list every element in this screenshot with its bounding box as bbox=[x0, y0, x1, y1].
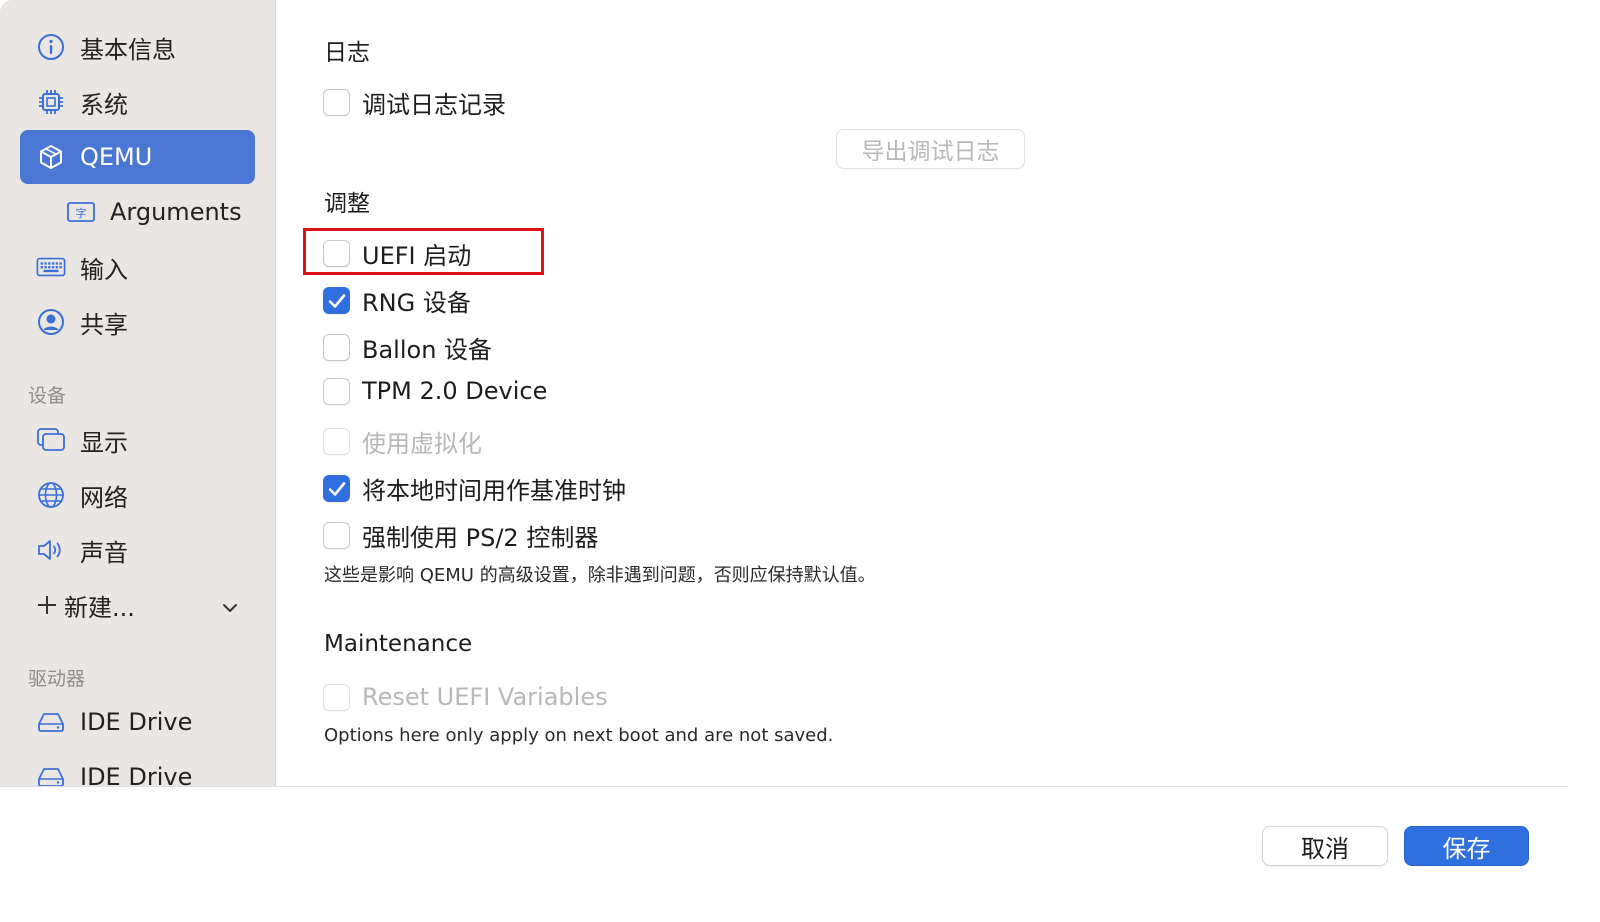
sidebar-item-label: 共享 bbox=[80, 310, 128, 339]
use-hypervisor-label: 使用虚拟化 bbox=[362, 430, 482, 458]
reset-uefi-checkbox-row: Reset UEFI Variables bbox=[323, 683, 608, 711]
sidebar-item-label: QEMU bbox=[80, 143, 153, 171]
export-debug-log-button[interactable]: 导出调试日志 bbox=[836, 129, 1025, 169]
cancel-button[interactable]: 取消 bbox=[1262, 826, 1388, 866]
sidebar-item-label: 基本信息 bbox=[80, 35, 176, 64]
speaker-icon bbox=[36, 535, 66, 565]
sidebar-item-label: 输入 bbox=[80, 255, 128, 284]
sidebar-item-label: IDE Drive bbox=[80, 708, 193, 736]
rng-device-checkbox-row[interactable]: RNG 设备 bbox=[323, 283, 471, 318]
sidebar: 基本信息 系统 QEMU 字 Arguments 输入 共享 设备 显示 网络 … bbox=[0, 0, 276, 786]
sidebar-item-network[interactable]: 网络 bbox=[20, 468, 255, 522]
use-hypervisor-checkbox-row: 使用虚拟化 bbox=[323, 424, 482, 459]
checkmark-icon bbox=[328, 293, 345, 308]
text-field-icon: 字 bbox=[66, 197, 96, 227]
balloon-device-checkbox-row[interactable]: Ballon 设备 bbox=[323, 330, 492, 365]
log-heading: 日志 bbox=[324, 40, 370, 66]
maintenance-note: Options here only apply on next boot and… bbox=[324, 725, 834, 746]
debug-log-checkbox[interactable] bbox=[323, 89, 350, 116]
uefi-highlight-box bbox=[303, 228, 544, 275]
sidebar-item-ide-drive-1[interactable]: IDE Drive bbox=[20, 695, 255, 749]
sidebar-item-sharing[interactable]: 共享 bbox=[20, 295, 255, 349]
new-device-label: 新建... bbox=[64, 593, 135, 622]
drive-icon bbox=[36, 762, 66, 786]
tpm-device-label: TPM 2.0 Device bbox=[362, 377, 548, 405]
sidebar-item-input[interactable]: 输入 bbox=[20, 240, 255, 294]
info-icon bbox=[36, 32, 66, 62]
sidebar-item-label: 显示 bbox=[80, 428, 128, 457]
ps2-controller-label: 强制使用 PS/2 控制器 bbox=[362, 524, 599, 552]
tpm-device-checkbox[interactable] bbox=[323, 377, 350, 405]
rng-device-label: RNG 设备 bbox=[362, 289, 471, 317]
display-icon bbox=[36, 425, 66, 455]
chevron-down-icon[interactable] bbox=[221, 595, 239, 613]
maintenance-heading: Maintenance bbox=[324, 631, 473, 657]
tweaks-note: 这些是影响 QEMU 的高级设置，除非遇到问题，否则应保持默认值。 bbox=[324, 565, 876, 586]
devices-section-header: 设备 bbox=[28, 385, 67, 407]
keyboard-icon bbox=[36, 252, 66, 282]
qemu-settings-panel: 日志 调试日志记录 导出调试日志 调整 UEFI 启动 RNG 设备 Ballo… bbox=[277, 0, 1568, 786]
sidebar-item-ide-drive-2[interactable]: IDE Drive bbox=[20, 750, 255, 786]
rng-device-checkbox[interactable] bbox=[323, 287, 350, 314]
reset-uefi-label: Reset UEFI Variables bbox=[362, 683, 608, 711]
local-time-clock-checkbox-row[interactable]: 将本地时间用作基准时钟 bbox=[323, 471, 626, 506]
dialog-footer: 取消 保存 bbox=[0, 786, 1568, 904]
balloon-device-label: Ballon 设备 bbox=[362, 336, 493, 364]
debug-log-label: 调试日志记录 bbox=[362, 91, 506, 119]
tpm-device-checkbox-row[interactable]: TPM 2.0 Device bbox=[323, 377, 547, 405]
save-button[interactable]: 保存 bbox=[1404, 826, 1529, 866]
debug-log-checkbox-row[interactable]: 调试日志记录 bbox=[323, 85, 506, 120]
sidebar-item-display[interactable]: 显示 bbox=[20, 413, 255, 467]
local-time-clock-label: 将本地时间用作基准时钟 bbox=[362, 477, 626, 505]
sidebar-item-label: 系统 bbox=[80, 90, 128, 119]
sidebar-item-sound[interactable]: 声音 bbox=[20, 523, 255, 577]
sidebar-item-system[interactable]: 系统 bbox=[20, 75, 255, 129]
person-circle-icon bbox=[36, 307, 66, 337]
globe-icon bbox=[36, 480, 66, 510]
local-time-clock-checkbox[interactable] bbox=[323, 475, 350, 502]
balloon-device-checkbox[interactable] bbox=[323, 334, 350, 361]
settings-window: 基本信息 系统 QEMU 字 Arguments 输入 共享 设备 显示 网络 … bbox=[0, 0, 1568, 904]
drive-icon bbox=[36, 707, 66, 737]
cube-icon bbox=[36, 142, 66, 172]
sidebar-item-arguments[interactable]: 字 Arguments bbox=[20, 185, 255, 239]
reset-uefi-checkbox bbox=[323, 683, 350, 711]
new-device-menu[interactable]: 新建... bbox=[20, 578, 255, 632]
cpu-icon bbox=[36, 87, 66, 117]
sidebar-item-label: IDE Drive bbox=[80, 763, 193, 786]
sidebar-item-label: Arguments bbox=[110, 198, 242, 226]
drives-section-header: 驱动器 bbox=[28, 668, 86, 690]
ps2-controller-checkbox[interactable] bbox=[323, 522, 350, 549]
plus-icon bbox=[36, 590, 58, 620]
sidebar-item-qemu[interactable]: QEMU bbox=[20, 130, 255, 184]
sidebar-item-basic-info[interactable]: 基本信息 bbox=[20, 20, 255, 74]
use-hypervisor-checkbox bbox=[323, 428, 350, 455]
sidebar-item-label: 声音 bbox=[80, 538, 128, 567]
sidebar-item-label: 网络 bbox=[80, 483, 128, 512]
ps2-controller-checkbox-row[interactable]: 强制使用 PS/2 控制器 bbox=[323, 518, 598, 553]
tweaks-heading: 调整 bbox=[324, 191, 370, 217]
svg-text:字: 字 bbox=[76, 206, 87, 220]
checkmark-icon bbox=[328, 481, 345, 496]
